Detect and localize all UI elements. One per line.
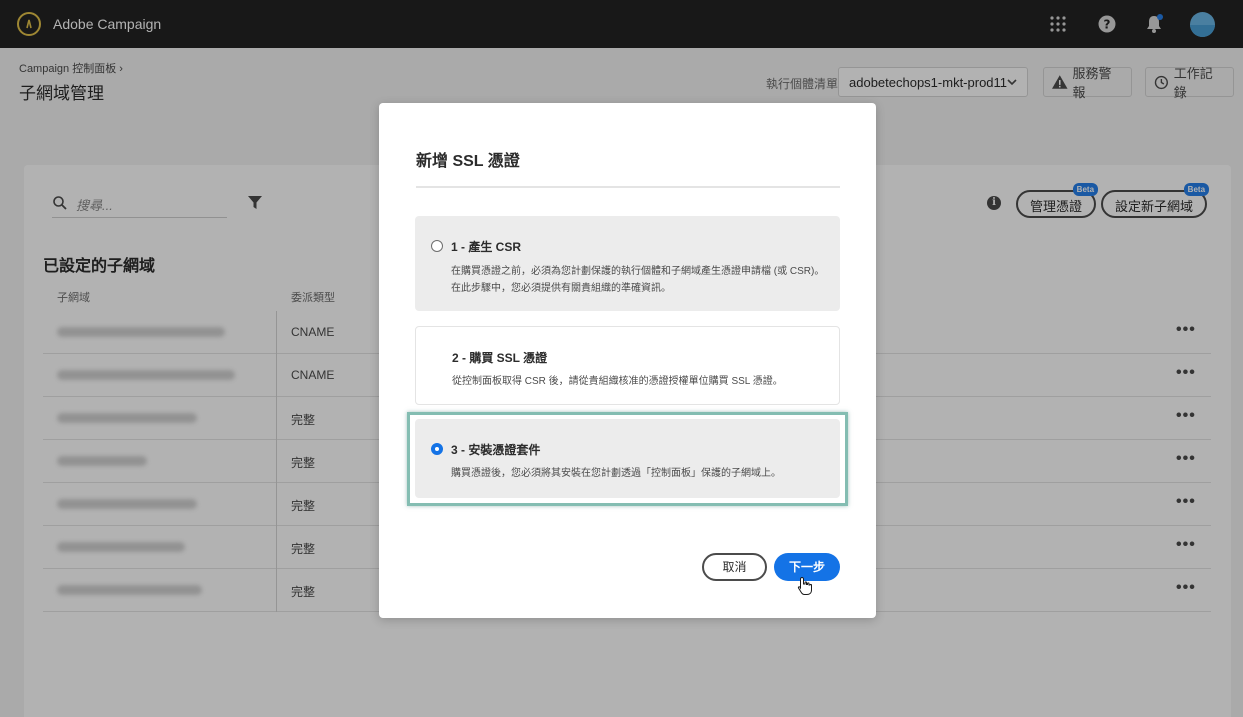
option-purchase-ssl[interactable]: 2 - 購買 SSL 憑證 從控制面板取得 CSR 後，請從貴組織核准的憑證授權… bbox=[415, 326, 840, 405]
option-title: 1 - 產生 CSR bbox=[451, 240, 522, 254]
cancel-button[interactable]: 取消 bbox=[702, 553, 767, 581]
option-description: 從控制面板取得 CSR 後，請從貴組織核准的憑證授權單位購買 SSL 憑證。 bbox=[452, 376, 783, 387]
radio-generate-csr[interactable] bbox=[431, 240, 443, 252]
divider bbox=[416, 186, 840, 188]
selection-highlight bbox=[407, 412, 848, 506]
dialog-title: 新增 SSL 憑證 bbox=[416, 153, 520, 170]
add-ssl-certificate-dialog: 新增 SSL 憑證 1 - 產生 CSR 在購買憑證之前，必須為您計劃保護的執行… bbox=[379, 103, 876, 618]
option-title: 2 - 購買 SSL 憑證 bbox=[452, 351, 548, 365]
hand-cursor-icon bbox=[797, 576, 812, 595]
option-description: 在購買憑證之前，必須為您計劃保護的執行個體和子網域產生憑證申請檔 (或 CSR)… bbox=[451, 266, 825, 294]
option-generate-csr[interactable]: 1 - 產生 CSR 在購買憑證之前，必須為您計劃保護的執行個體和子網域產生憑證… bbox=[415, 216, 840, 311]
